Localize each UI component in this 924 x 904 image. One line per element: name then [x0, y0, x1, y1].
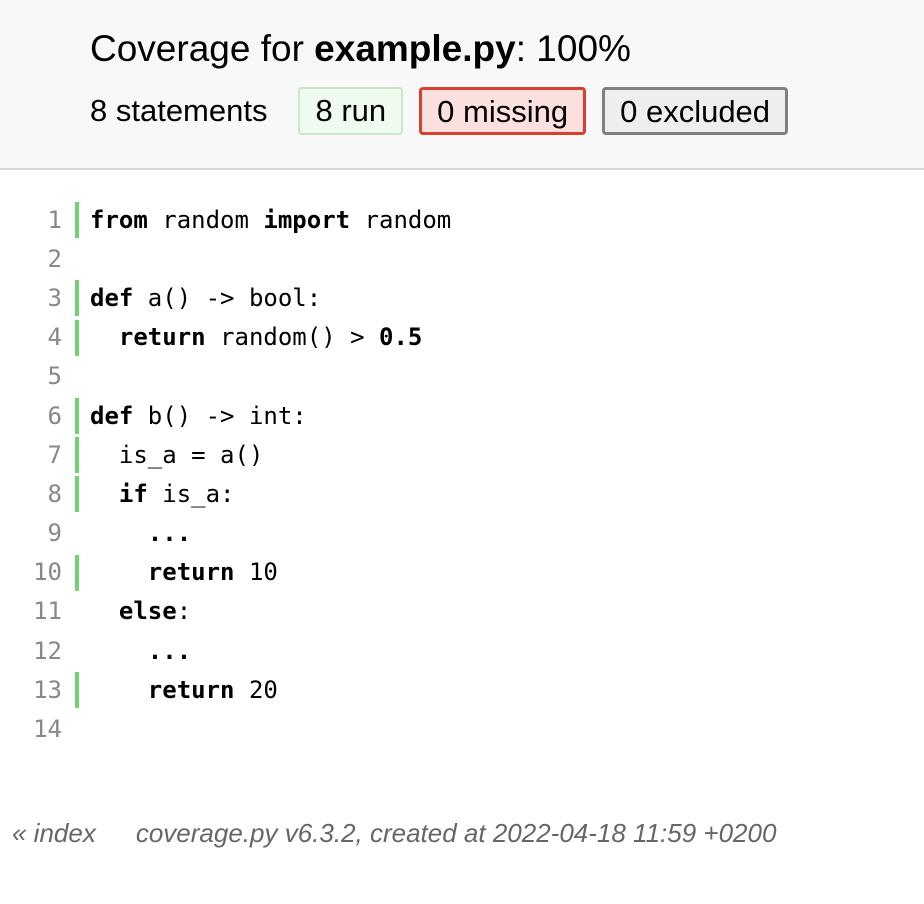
code-text: return 20 — [90, 676, 278, 704]
source-line: 7 is_a = a() — [0, 435, 924, 474]
source-listing: 1 from random import random 2 3 def a() -> b… — [0, 200, 924, 749]
code-keyword: from — [90, 205, 148, 234]
title-percent: : 100% — [515, 28, 631, 69]
excluded-toggle-button[interactable]: 0 excluded — [602, 87, 789, 135]
run-marker — [75, 280, 79, 317]
line-number[interactable]: 6 — [0, 402, 62, 430]
line-number[interactable]: 2 — [0, 245, 62, 273]
code-text: is_a = a() — [90, 440, 264, 469]
run-marker — [75, 672, 79, 709]
line-number[interactable]: 11 — [0, 597, 62, 625]
title-prefix: Coverage for — [90, 28, 315, 69]
code-token: random() > — [205, 323, 379, 352]
code-text: return random() > 0.5 — [90, 323, 422, 351]
page-title: Coverage for example.py: 100% — [90, 27, 631, 71]
run-marker — [75, 202, 79, 238]
code-token: 10 — [234, 558, 278, 587]
code-token: 20 — [234, 675, 278, 704]
code-text: ... — [90, 519, 191, 547]
code-token: is_a: — [147, 479, 235, 508]
source-line: 11 else: — [0, 592, 924, 631]
statements-count: 8 statements — [90, 93, 268, 128]
code-keyword: ... — [147, 636, 192, 665]
run-marker — [75, 437, 79, 474]
run-marker — [75, 397, 79, 434]
code-keyword: ... — [147, 519, 192, 548]
code-token: random — [147, 205, 264, 234]
run-marker — [75, 476, 79, 513]
source-line: 12 ... — [0, 631, 924, 670]
code-text: return 10 — [90, 558, 278, 586]
run-toggle-button[interactable]: 8 run — [298, 87, 404, 135]
line-number[interactable]: 7 — [0, 441, 62, 469]
code-keyword: def — [90, 401, 134, 430]
line-number[interactable]: 1 — [0, 206, 62, 234]
source-line: 5 — [0, 357, 924, 396]
line-number[interactable]: 4 — [0, 323, 62, 351]
line-number[interactable]: 3 — [0, 284, 62, 312]
title-filename: example.py — [314, 28, 516, 69]
source-line: 6 def b() -> int: — [0, 396, 924, 435]
code-keyword: return — [147, 558, 235, 587]
index-link[interactable]: « index — [12, 818, 96, 848]
source-line: 13 return 20 — [0, 670, 924, 709]
code-text: def b() -> int: — [90, 402, 307, 430]
code-text: from random import random — [90, 206, 451, 234]
code-keyword: import — [263, 205, 351, 234]
report-header: Coverage for example.py: 100% 8 statemen… — [0, 0, 924, 170]
line-number[interactable]: 13 — [0, 676, 62, 704]
source-line: 2 — [0, 239, 924, 278]
source-line: 4 return random() > 0.5 — [0, 318, 924, 357]
code-keyword: return — [118, 323, 206, 352]
code-keyword: return — [147, 675, 235, 704]
source-line: 9 ... — [0, 514, 924, 553]
source-line: 8 if is_a: — [0, 474, 924, 513]
code-text: ... — [90, 637, 191, 665]
source-line: 1 from random import random — [0, 200, 924, 239]
code-keyword: else — [118, 597, 177, 626]
line-number[interactable]: 5 — [0, 362, 62, 390]
code-keyword: if — [118, 479, 148, 508]
line-number[interactable]: 9 — [0, 519, 62, 547]
code-keyword: 0.5 — [379, 323, 423, 352]
code-token: is_a = a() — [90, 440, 264, 469]
source-line: 3 def a() -> bool: — [0, 278, 924, 317]
source-line: 14 — [0, 709, 924, 748]
stats-bar: 8 statements 8 run 0 missing 0 excluded — [90, 87, 804, 135]
line-number[interactable]: 14 — [0, 715, 62, 743]
code-token: : — [176, 597, 192, 626]
code-token: a() -> bool: — [133, 283, 322, 312]
line-number[interactable]: 12 — [0, 637, 62, 665]
code-text: else: — [90, 597, 191, 625]
created-info: coverage.py v6.3.2, created at 2022-04-1… — [135, 818, 777, 848]
code-text: if is_a: — [90, 480, 235, 508]
code-token: b() -> int: — [133, 401, 307, 430]
run-marker — [75, 319, 79, 356]
code-token: random — [350, 205, 452, 234]
source-line: 10 return 10 — [0, 553, 924, 592]
run-marker — [75, 554, 79, 591]
line-number[interactable]: 8 — [0, 480, 62, 508]
line-number[interactable]: 10 — [0, 558, 62, 586]
missing-toggle-button[interactable]: 0 missing — [419, 87, 587, 135]
code-text: def a() -> bool: — [90, 284, 321, 312]
footer: « index coverage.py v6.3.2, created at 20… — [12, 818, 776, 849]
code-keyword: def — [90, 283, 134, 312]
